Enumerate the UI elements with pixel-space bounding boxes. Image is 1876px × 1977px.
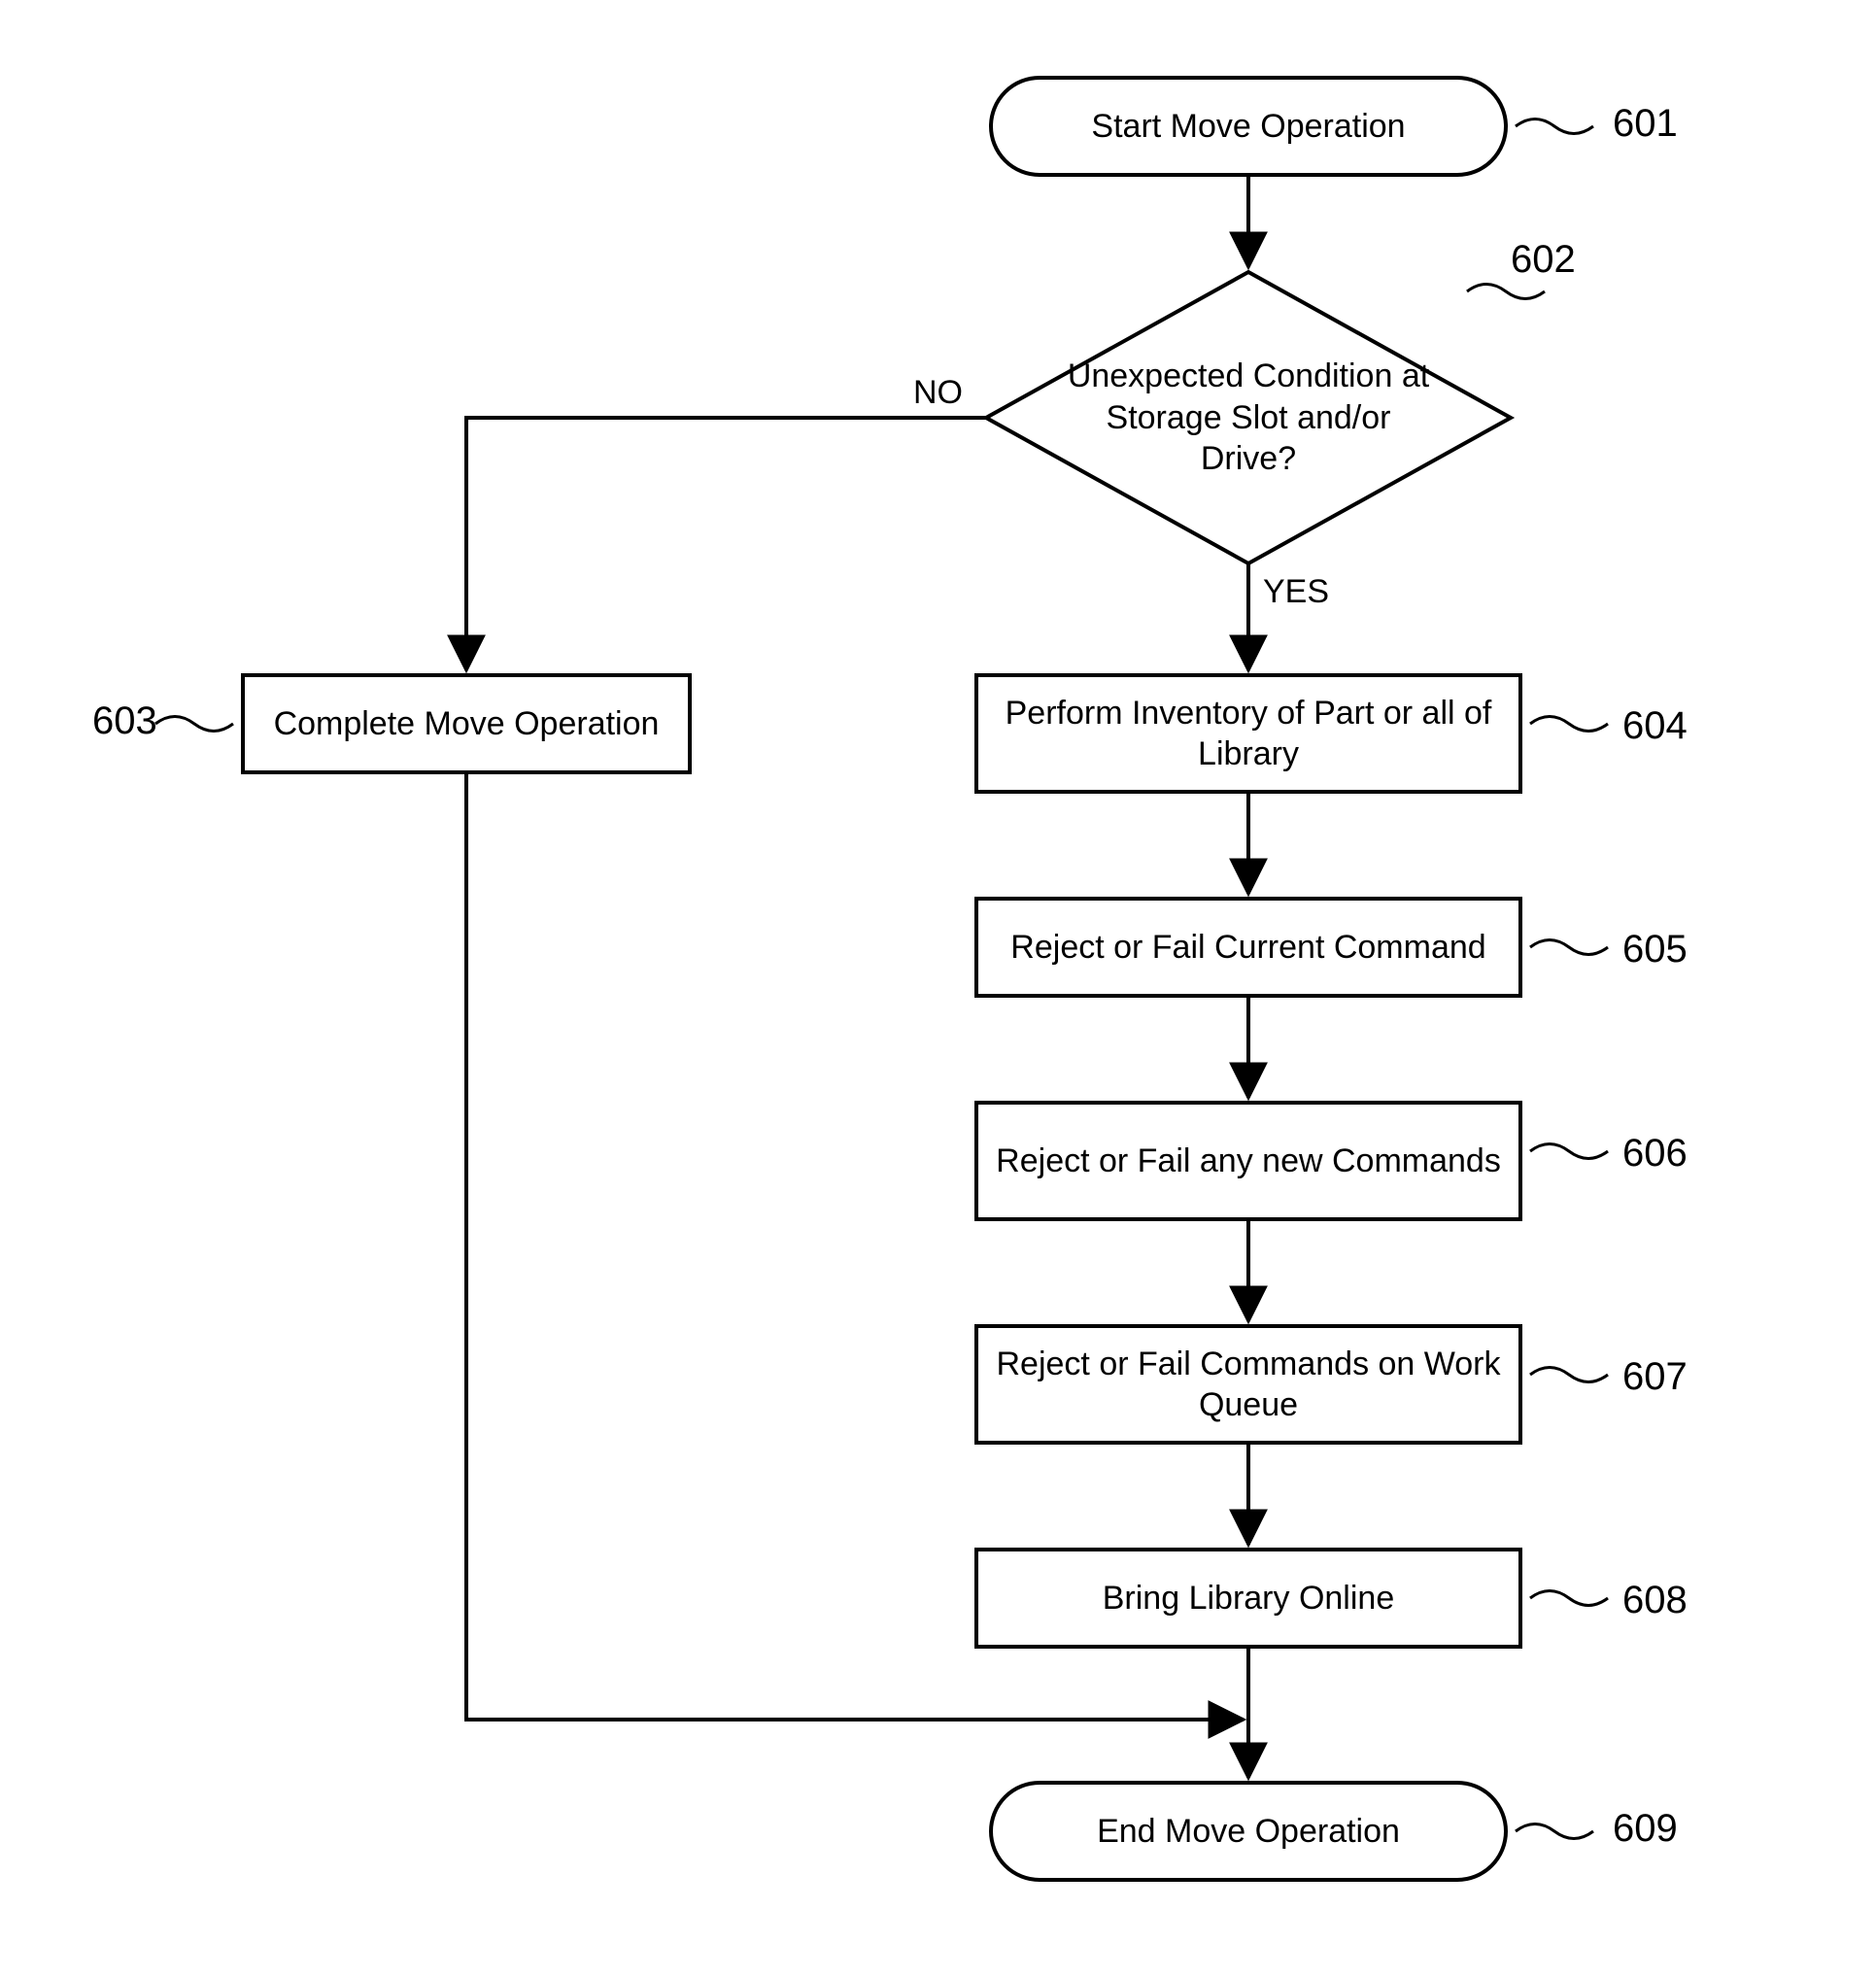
edge-label-yes: YES bbox=[1263, 573, 1329, 611]
ref-608: 608 bbox=[1622, 1579, 1688, 1622]
ref-602: 602 bbox=[1511, 238, 1576, 282]
ref-607: 607 bbox=[1622, 1355, 1688, 1399]
ref-604: 604 bbox=[1622, 704, 1688, 748]
ref-609: 609 bbox=[1613, 1807, 1678, 1851]
ref-603: 603 bbox=[92, 699, 157, 743]
edge-label-no: NO bbox=[913, 374, 963, 412]
ref-606: 606 bbox=[1622, 1132, 1688, 1176]
ref-605: 605 bbox=[1622, 928, 1688, 971]
ref-601: 601 bbox=[1613, 102, 1678, 146]
flowchart-canvas bbox=[0, 0, 1876, 1977]
